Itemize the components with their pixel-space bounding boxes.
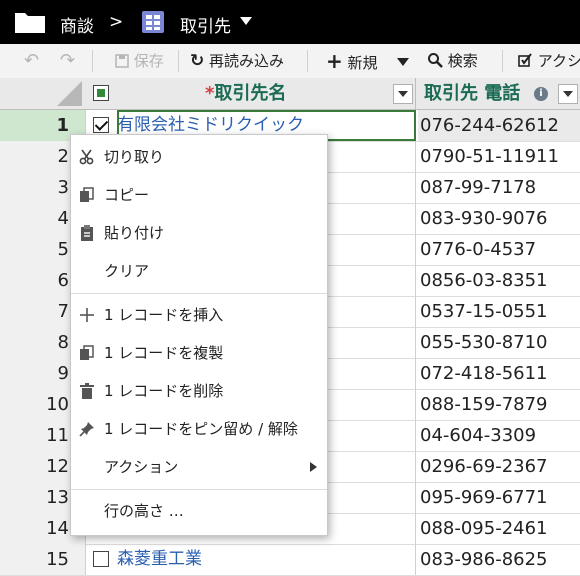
select-all-corner[interactable]	[0, 78, 86, 109]
menu-item-label: 1 レコードを削除	[104, 382, 224, 400]
menu-item-label: 切り取り	[104, 148, 165, 166]
phone-cell[interactable]: 0856-03-8351	[418, 265, 580, 296]
table-icon	[142, 11, 164, 33]
grid-header: *取引先名 取引先 電話 i	[0, 78, 580, 110]
phone-cell[interactable]: 088-159-7879	[418, 389, 580, 420]
phone-cell[interactable]: 0296-69-2367	[418, 451, 580, 482]
phone-cell[interactable]: 0537-15-0551	[418, 296, 580, 327]
new-button[interactable]: + 新規	[326, 44, 378, 78]
row-checkbox[interactable]	[93, 551, 109, 567]
clipboard-icon	[81, 225, 93, 241]
menu-item-duplicate[interactable]: 1 レコードを複製	[71, 335, 327, 371]
name-column-header[interactable]: *取引先名	[205, 78, 286, 109]
phone-cell[interactable]: 04-604-3309	[418, 420, 580, 451]
account-name-cell[interactable]: 森菱重工業	[117, 544, 416, 575]
menu-item-paste[interactable]: 貼り付け	[71, 215, 327, 251]
new-dropdown-icon[interactable]	[397, 58, 409, 66]
phone-cell[interactable]: 095-969-6771	[418, 482, 580, 513]
redo-button[interactable]: ↷	[60, 44, 75, 78]
breadcrumb-current[interactable]: 取引先	[180, 12, 231, 37]
menu-item-label: 行の高さ …	[104, 502, 184, 520]
phone-cell[interactable]: 0790-51-11911	[418, 141, 580, 172]
action-label: アクシ	[537, 52, 580, 70]
search-icon	[428, 53, 443, 68]
undo-button[interactable]: ↶	[24, 44, 39, 78]
menu-divider	[71, 293, 327, 294]
menu-item-label: コピー	[104, 186, 150, 204]
plus-icon	[80, 308, 94, 322]
menu-divider	[71, 489, 327, 490]
row-checkbox[interactable]	[93, 117, 109, 133]
top-bar: 商談 > 取引先	[0, 0, 580, 44]
phone-cell[interactable]: 087-99-7178	[418, 172, 580, 203]
menu-item-action[interactable]: アクション	[71, 449, 327, 485]
reload-button[interactable]: ↻ 再読み込み	[190, 44, 284, 78]
menu-item-row-height[interactable]: 行の高さ …	[71, 493, 327, 529]
select-all-checkbox[interactable]	[93, 85, 109, 101]
plus-icon: +	[326, 49, 343, 73]
info-icon[interactable]: i	[534, 87, 548, 101]
context-menu: 切り取り コピー 貼り付け クリア 1 レコードを挿入 1 レコードを複製 1 …	[70, 134, 328, 536]
phone-filter-button[interactable]	[558, 84, 578, 104]
phone-cell[interactable]: 083-930-9076	[418, 203, 580, 234]
menu-item-clear[interactable]: クリア	[71, 253, 327, 289]
undo-icon: ↶	[24, 50, 40, 71]
action-button[interactable]: アクシ	[518, 44, 580, 78]
duplicate-icon	[80, 345, 94, 360]
menu-item-label: 1 レコードを挿入	[104, 306, 224, 324]
folder-icon[interactable]	[14, 10, 46, 34]
breadcrumb-separator: >	[109, 12, 124, 32]
submenu-arrow-icon	[310, 462, 317, 472]
menu-item-cut[interactable]: 切り取り	[71, 139, 327, 175]
phone-cell[interactable]: 0776-0-4537	[418, 234, 580, 265]
copy-icon	[80, 187, 94, 202]
phone-cell[interactable]: 055-530-8710	[418, 327, 580, 358]
row-number[interactable]: 15	[0, 544, 86, 575]
trash-icon	[80, 383, 94, 399]
phone-cell[interactable]: 076-244-62612	[418, 110, 580, 141]
pin-icon	[79, 422, 94, 437]
column-divider	[415, 78, 416, 109]
phone-cell[interactable]: 088-095-2461	[418, 513, 580, 544]
redo-icon: ↷	[60, 50, 76, 71]
toolbar: ↶ ↷ 保存 ↻ 再読み込み + 新規 検索 アクシ	[0, 44, 580, 79]
menu-item-label: 貼り付け	[104, 224, 165, 242]
toolbar-divider	[178, 50, 179, 72]
menu-item-insert[interactable]: 1 レコードを挿入	[71, 297, 327, 333]
phone-cell[interactable]: 083-986-8625	[418, 544, 580, 575]
table-row[interactable]: 15 森菱重工業 083-986-8625	[0, 544, 580, 576]
reload-label: 再読み込み	[209, 52, 285, 70]
save-label: 保存	[133, 52, 164, 70]
scissors-icon	[79, 149, 94, 165]
menu-item-label: 1 レコードをピン留め / 解除	[104, 420, 298, 438]
save-button[interactable]: 保存	[115, 44, 164, 78]
phone-column-header[interactable]: 取引先 電話	[424, 78, 520, 109]
search-button[interactable]: 検索	[427, 44, 478, 78]
save-icon	[115, 54, 129, 68]
phone-column-label: 取引先 電話	[424, 83, 521, 104]
menu-item-copy[interactable]: コピー	[71, 177, 327, 213]
toolbar-divider	[307, 50, 308, 72]
partial-check-mark	[97, 89, 105, 97]
menu-item-label: 1 レコードを複製	[104, 344, 224, 362]
toolbar-divider	[92, 50, 93, 72]
menu-item-pin[interactable]: 1 レコードをピン留め / 解除	[71, 411, 327, 447]
action-icon	[518, 53, 532, 67]
required-mark: *	[205, 83, 215, 104]
phone-cell[interactable]: 072-418-5611	[418, 358, 580, 389]
new-label: 新規	[347, 54, 378, 72]
view-dropdown-icon[interactable]	[240, 17, 252, 25]
name-filter-button[interactable]	[393, 84, 413, 104]
search-label: 検索	[447, 52, 478, 70]
menu-item-label: アクション	[104, 458, 179, 476]
breadcrumb-root[interactable]: 商談	[60, 12, 94, 37]
menu-item-delete[interactable]: 1 レコードを削除	[71, 373, 327, 409]
name-column-label: 取引先名	[214, 83, 287, 104]
reload-icon: ↻	[190, 51, 205, 71]
toolbar-divider	[502, 50, 503, 72]
menu-item-label: クリア	[104, 262, 150, 280]
